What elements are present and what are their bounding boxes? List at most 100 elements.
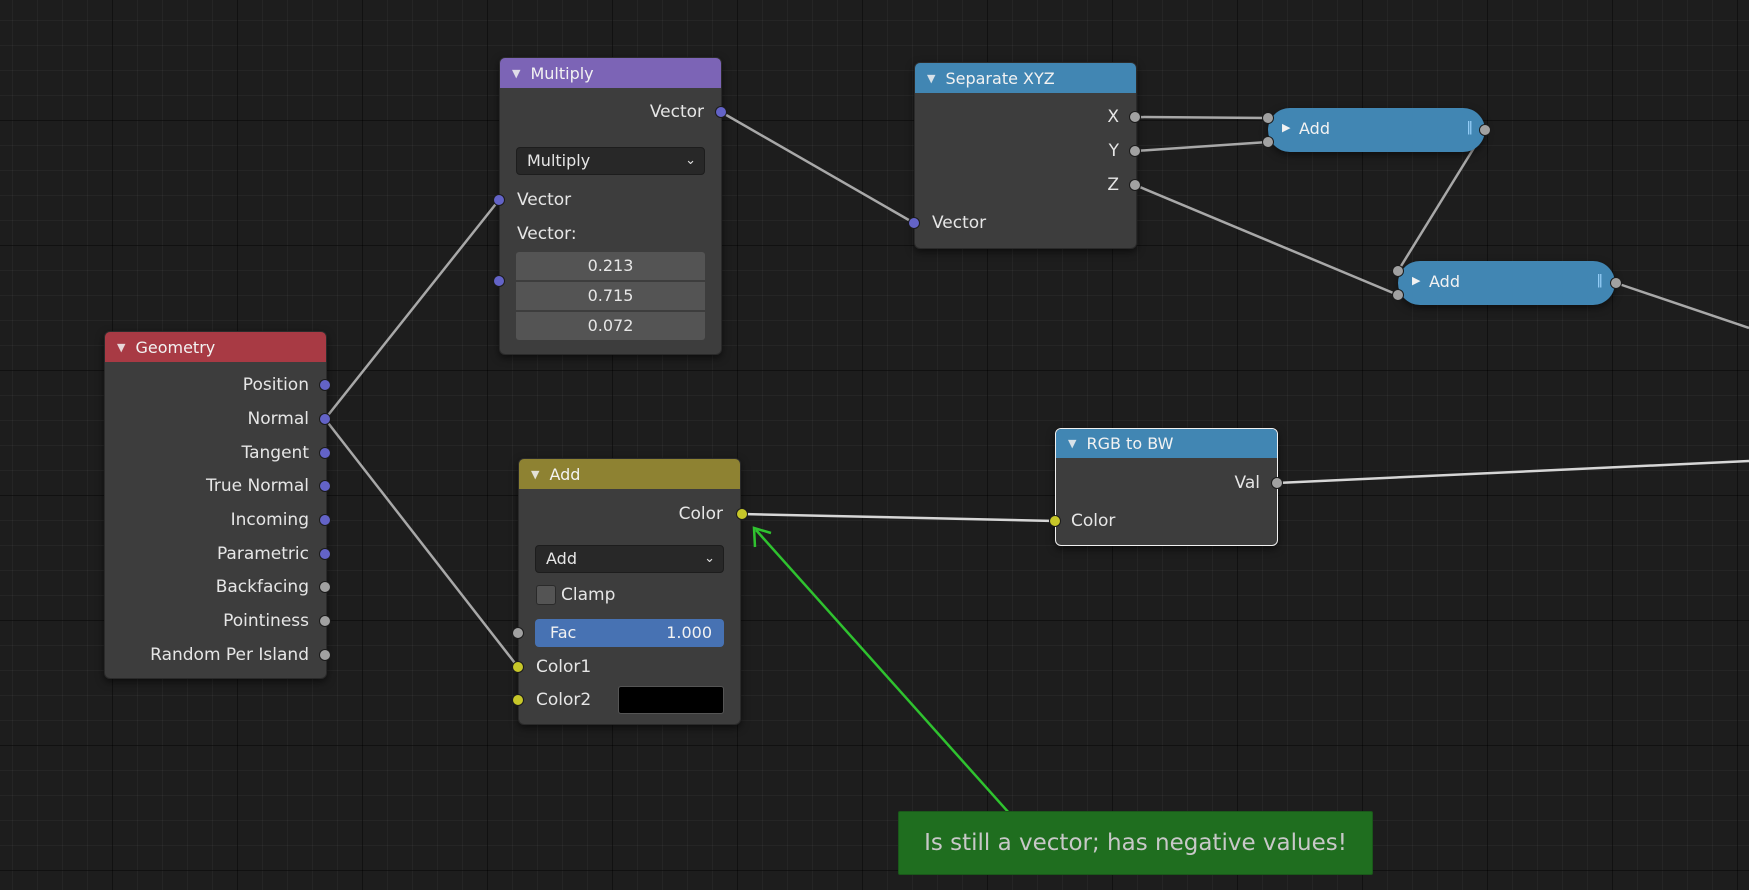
- link-normal-to-multiply: [324, 199, 500, 420]
- expand-triangle-icon[interactable]: ▶: [1412, 274, 1420, 287]
- multiply-node[interactable]: ▼ Multiply Vector Multiply ⌄ Vector Vect…: [499, 57, 722, 355]
- socket-color2-input[interactable]: [512, 694, 524, 706]
- collapse-triangle-icon[interactable]: ▼: [531, 468, 539, 481]
- multiply-input-label: Vector: [517, 190, 572, 210]
- mix-add-node-header[interactable]: ▼ Add: [519, 459, 740, 489]
- geometry-node-header[interactable]: ▼ Geometry: [105, 332, 326, 362]
- blend-mode-dropdown[interactable]: Add ⌄: [535, 545, 724, 573]
- multiply-vector-x-field[interactable]: 0.213: [516, 252, 705, 280]
- separate-xyz-node-title: Separate XYZ: [945, 68, 1055, 88]
- blend-mode-value: Add: [546, 549, 577, 568]
- socket-incoming[interactable]: [319, 514, 331, 526]
- collapse-triangle-icon[interactable]: ▼: [117, 341, 125, 354]
- socket-backfacing[interactable]: [319, 581, 331, 593]
- socket-z-output[interactable]: [1129, 179, 1141, 191]
- separate-output-y: Y: [1108, 141, 1119, 161]
- socket-add1-input-b[interactable]: [1262, 136, 1274, 148]
- multiply-node-header[interactable]: ▼ Multiply: [500, 58, 721, 88]
- geometry-node[interactable]: ▼ Geometry Position Normal Tangent True …: [104, 331, 327, 679]
- socket-parametric[interactable]: [319, 548, 331, 560]
- rgb-to-bw-node-title: RGB to BW: [1086, 434, 1174, 453]
- clamp-checkbox[interactable]: [536, 585, 556, 605]
- math-add-node-1[interactable]: ▶ Add ‖: [1268, 108, 1485, 152]
- socket-add1-input-a[interactable]: [1262, 112, 1274, 124]
- link-add2-out: [1615, 281, 1749, 330]
- separate-xyz-node-header[interactable]: ▼ Separate XYZ: [915, 63, 1136, 93]
- geometry-node-title: Geometry: [135, 337, 216, 357]
- socket-true-normal[interactable]: [319, 480, 331, 492]
- socket-y-output[interactable]: [1129, 145, 1141, 157]
- socket-multiply-output[interactable]: [715, 106, 727, 118]
- socket-separate-input[interactable]: [908, 217, 920, 229]
- socket-fac-input[interactable]: [512, 627, 524, 639]
- collapse-triangle-icon[interactable]: ▼: [512, 67, 520, 80]
- fac-slider[interactable]: Fac 1.000: [535, 619, 724, 647]
- clamp-label: Clamp: [561, 585, 616, 605]
- socket-add2-input-b[interactable]: [1392, 289, 1404, 301]
- chevron-down-icon: ⌄: [704, 551, 715, 566]
- chevron-down-icon: ⌄: [685, 153, 696, 168]
- link-x-to-add1: [1134, 115, 1269, 120]
- geometry-output-backfacing: Backfacing: [215, 577, 309, 597]
- socket-normal[interactable]: [319, 413, 331, 425]
- color1-label: Color1: [536, 657, 592, 677]
- collapse-triangle-icon[interactable]: ▼: [1068, 437, 1076, 450]
- socket-pointiness[interactable]: [319, 615, 331, 627]
- link-z-to-add2: [1134, 183, 1399, 297]
- link-color-to-rgb: [741, 512, 1056, 523]
- multiply-operation-value: Multiply: [527, 151, 591, 170]
- rgb-input-color: Color: [1071, 511, 1116, 531]
- link-multiply-to-separate: [720, 110, 915, 225]
- separate-input-label: Vector: [932, 213, 987, 233]
- fac-label: Fac: [550, 623, 577, 642]
- rgb-to-bw-node-header[interactable]: ▼ RGB to BW: [1056, 429, 1277, 458]
- socket-add2-output[interactable]: [1610, 277, 1622, 289]
- note-arrow: [755, 529, 1019, 824]
- frame-note[interactable]: Is still a vector; has negative values!: [898, 811, 1373, 875]
- multiply-vector-z-field[interactable]: 0.072: [516, 312, 705, 340]
- socket-add2-input-a[interactable]: [1392, 265, 1404, 277]
- geometry-output-tangent: Tangent: [241, 443, 309, 463]
- socket-val-output[interactable]: [1271, 477, 1283, 489]
- separate-output-x: X: [1107, 107, 1119, 127]
- socket-multiply-input[interactable]: [493, 194, 505, 206]
- math-add-1-title: Add: [1299, 119, 1330, 138]
- socket-mix-output[interactable]: [736, 508, 748, 520]
- mix-add-node-title: Add: [549, 464, 581, 484]
- math-add-2-title: Add: [1429, 272, 1460, 291]
- drag-handle-icon[interactable]: ‖: [1597, 273, 1604, 288]
- socket-random-per-island[interactable]: [319, 649, 331, 661]
- socket-color1-input[interactable]: [512, 661, 524, 673]
- math-add-node-2[interactable]: ▶ Add ‖: [1398, 261, 1615, 305]
- mix-add-node[interactable]: ▼ Add Color Add ⌄ Clamp Fac 1.000 Color1…: [518, 458, 741, 725]
- geometry-output-incoming: Incoming: [230, 510, 309, 530]
- link-val-out: [1276, 459, 1749, 485]
- socket-position[interactable]: [319, 379, 331, 391]
- mix-output-label: Color: [678, 504, 723, 524]
- collapse-triangle-icon[interactable]: ▼: [927, 72, 935, 85]
- multiply-vector-label: Vector:: [517, 224, 577, 244]
- multiply-vector-y-field[interactable]: 0.715: [516, 282, 705, 310]
- rgb-to-bw-node[interactable]: ▼ RGB to BW Val Color: [1055, 428, 1278, 546]
- multiply-output-label: Vector: [649, 102, 704, 122]
- socket-multiply-vector2[interactable]: [493, 275, 505, 287]
- socket-x-output[interactable]: [1129, 111, 1141, 123]
- socket-tangent[interactable]: [319, 447, 331, 459]
- geometry-output-normal: Normal: [247, 409, 309, 429]
- fac-value: 1.000: [666, 623, 712, 642]
- geometry-output-parametric: Parametric: [216, 544, 309, 564]
- separate-xyz-node[interactable]: ▼ Separate XYZ X Y Z Vector: [914, 62, 1137, 249]
- color2-label: Color2: [536, 690, 592, 710]
- link-y-to-add1: [1134, 140, 1269, 153]
- frame-note-text: Is still a vector; has negative values!: [924, 830, 1347, 856]
- multiply-operation-dropdown[interactable]: Multiply ⌄: [516, 147, 705, 175]
- drag-handle-icon[interactable]: ‖: [1467, 120, 1474, 135]
- socket-add1-output[interactable]: [1479, 124, 1491, 136]
- link-normal-to-color1: [324, 418, 519, 668]
- multiply-node-title: Multiply: [530, 63, 594, 83]
- expand-triangle-icon[interactable]: ▶: [1282, 121, 1290, 134]
- geometry-output-pointiness: Pointiness: [223, 611, 309, 631]
- color2-swatch[interactable]: [618, 686, 724, 714]
- geometry-output-true-normal: True Normal: [205, 476, 309, 496]
- socket-rgb-color-input[interactable]: [1049, 515, 1061, 527]
